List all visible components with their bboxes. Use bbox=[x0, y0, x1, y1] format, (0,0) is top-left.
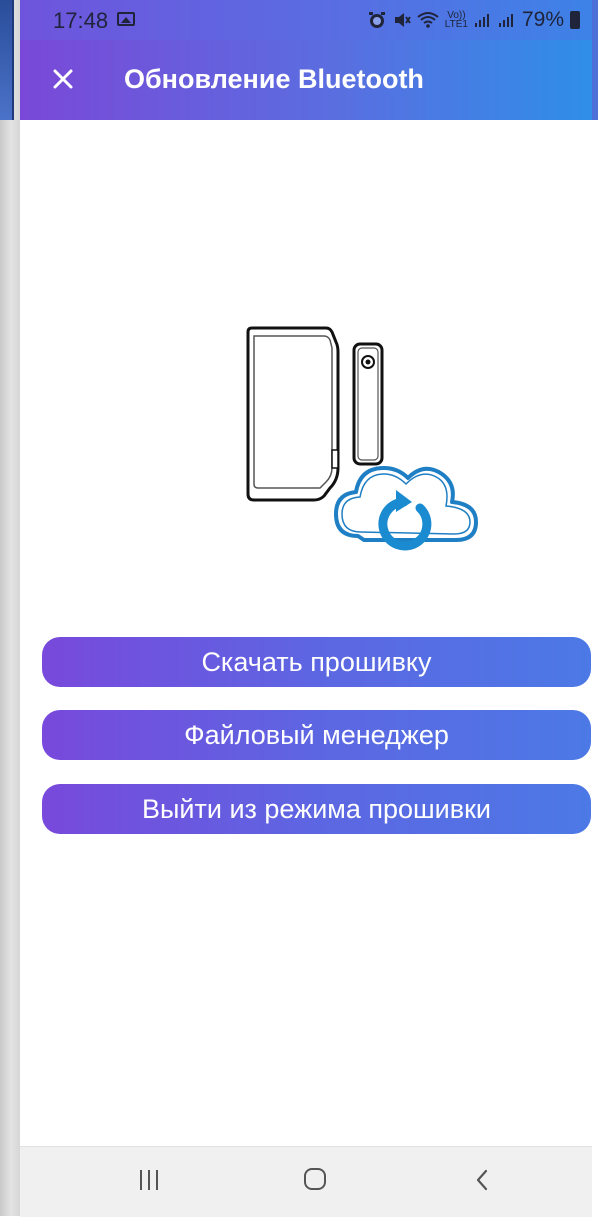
title-bar: Обновление Bluetooth bbox=[20, 40, 592, 120]
left-blue-edge bbox=[0, 0, 14, 120]
home-icon[interactable] bbox=[304, 1168, 326, 1190]
device-update-illustration bbox=[246, 326, 478, 551]
left-background-strip bbox=[0, 0, 20, 1216]
app-bar: 17:48 Vo)) LTE1 79% Обновление Bluetooth bbox=[20, 0, 592, 120]
wifi-icon bbox=[417, 12, 439, 28]
lte-label: Vo)) LTE1 bbox=[444, 11, 468, 30]
status-time: 17:48 bbox=[53, 8, 109, 33]
battery-icon bbox=[570, 11, 580, 29]
cloud-refresh-icon bbox=[334, 466, 478, 551]
status-bar: 17:48 Vo)) LTE1 79% bbox=[20, 0, 592, 40]
close-icon[interactable] bbox=[48, 64, 78, 94]
alarm-icon bbox=[368, 12, 385, 28]
system-nav-bar bbox=[20, 1146, 592, 1217]
gallery-icon bbox=[117, 12, 135, 26]
mute-icon bbox=[394, 13, 411, 27]
lte1-label: LTE1 bbox=[444, 19, 468, 30]
signal-icon bbox=[474, 14, 489, 27]
page-title: Обновление Bluetooth bbox=[124, 64, 424, 94]
status-right-icons: Vo)) LTE1 79% bbox=[367, 8, 580, 32]
app-screen: 17:48 Vo)) LTE1 79% Обновление Bluetooth… bbox=[20, 0, 592, 1217]
download-firmware-button[interactable]: Скачать прошивку bbox=[42, 637, 591, 687]
right-blue-edge bbox=[592, 0, 598, 120]
exit-firmware-mode-button[interactable]: Выйти из режима прошивки bbox=[42, 784, 591, 834]
battery-percent: 79% bbox=[521, 8, 564, 31]
back-icon[interactable] bbox=[472, 1165, 492, 1195]
signal-icon-2 bbox=[498, 14, 513, 27]
file-manager-button[interactable]: Файловый менеджер bbox=[42, 710, 591, 760]
recents-icon[interactable] bbox=[140, 1165, 168, 1195]
